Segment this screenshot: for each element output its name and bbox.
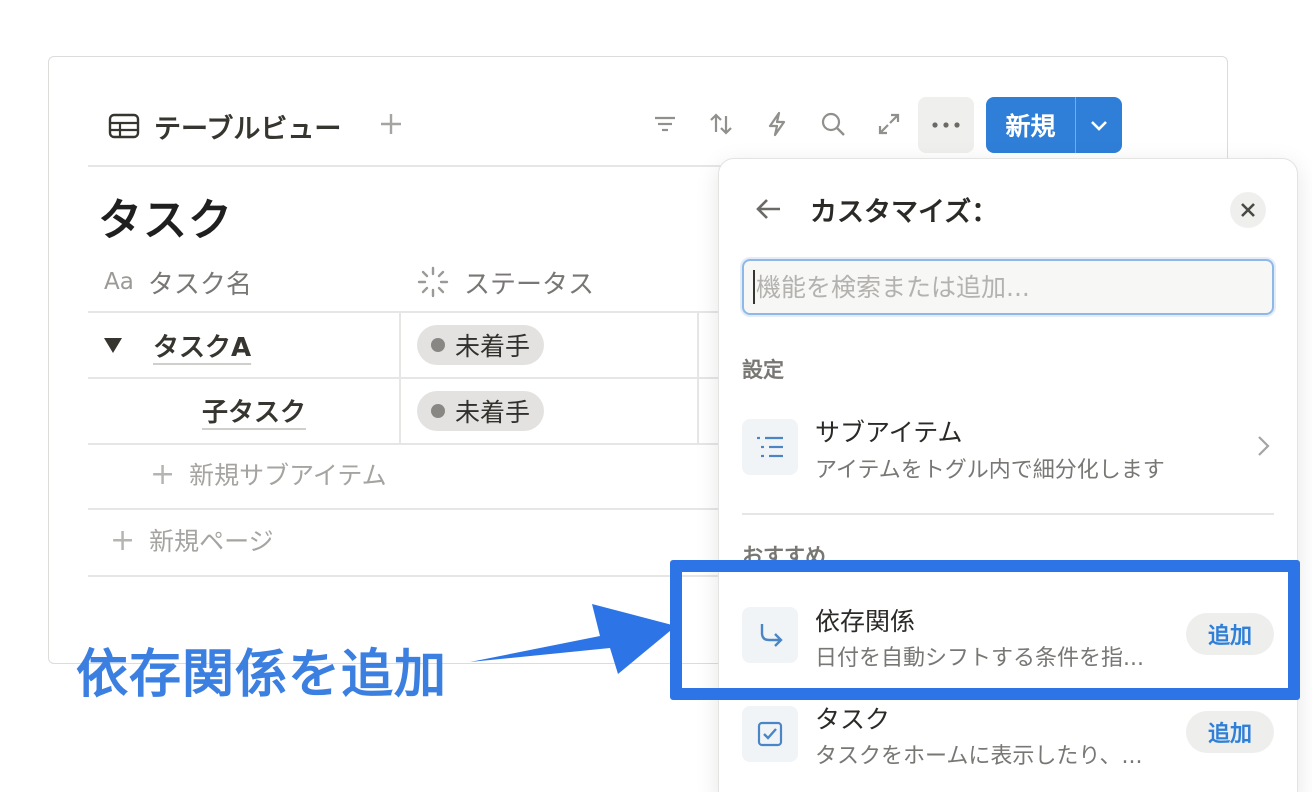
toolbar-divider	[88, 165, 728, 167]
add-view-icon[interactable]	[374, 106, 408, 142]
feature-search-input[interactable]	[744, 261, 1272, 313]
sort-icon[interactable]	[704, 106, 738, 142]
toggle-expanded-icon[interactable]	[102, 334, 124, 356]
table-icon	[108, 113, 140, 139]
column-header-status[interactable]: ステータス	[416, 260, 594, 304]
back-arrow-icon[interactable]	[752, 192, 786, 226]
annotation-highlight-box	[670, 560, 1300, 700]
feature-description: アイテムをトグル内で細分化します	[815, 458, 1165, 483]
view-tab-table[interactable]: テーブルビュー	[108, 104, 341, 148]
panel-title: カスタマイズ：	[810, 197, 999, 228]
panel-divider	[742, 513, 1274, 515]
column-divider	[697, 311, 699, 443]
row-divider	[88, 377, 728, 379]
task-name-cell[interactable]: タスクA	[153, 327, 251, 364]
search-icon[interactable]	[816, 106, 850, 142]
add-page-label: 新規ページ	[149, 527, 274, 556]
text-property-icon: Aa	[104, 269, 134, 295]
new-dropdown-button[interactable]	[1076, 97, 1122, 153]
plus-icon: +	[110, 522, 136, 558]
status-dot	[431, 338, 445, 352]
add-task-button[interactable]: 追加	[1186, 711, 1274, 753]
close-button[interactable]	[1230, 192, 1266, 228]
feature-description: タスクをホームに表示したり、...	[815, 744, 1143, 769]
add-page-button[interactable]: + 新規ページ	[110, 522, 274, 558]
status-dot	[431, 404, 445, 418]
status-badge[interactable]: 未着手	[417, 391, 545, 431]
expand-icon[interactable]	[872, 106, 906, 142]
add-subitem-button[interactable]: + 新規サブアイテム	[150, 456, 387, 492]
view-tab-label: テーブルビュー	[154, 113, 342, 145]
column-divider	[399, 311, 401, 443]
column-header-name[interactable]: Aa タスク名	[104, 260, 252, 304]
row-divider	[88, 443, 728, 445]
row-divider	[88, 311, 728, 313]
column-header-label: タスク名	[147, 269, 252, 300]
more-button[interactable]	[918, 97, 974, 153]
column-header-label: ステータス	[464, 269, 595, 300]
filter-icon[interactable]	[648, 106, 682, 142]
checkbox-icon	[742, 706, 798, 762]
status-icon	[417, 266, 449, 298]
annotation-arrow-icon	[470, 604, 676, 674]
add-subitem-label: 新規サブアイテム	[189, 461, 387, 490]
more-icon	[932, 122, 960, 128]
annotation-text: 依存関係を追加	[76, 645, 448, 705]
new-button[interactable]: 新規	[986, 97, 1076, 153]
feature-title[interactable]: タスク	[815, 700, 890, 736]
task-name-cell[interactable]: 子タスク	[202, 392, 306, 429]
text-caret	[753, 270, 755, 304]
status-label: 未着手	[455, 398, 531, 427]
row-divider	[88, 508, 728, 510]
feature-search	[742, 259, 1274, 315]
plus-icon: +	[150, 456, 176, 492]
chevron-down-icon	[1091, 121, 1107, 131]
row-divider	[88, 575, 728, 577]
status-label: 未着手	[455, 332, 531, 361]
feature-title[interactable]: サブアイテム	[815, 413, 963, 449]
sub-items-icon	[742, 419, 798, 475]
section-settings-label: 設定	[742, 358, 784, 382]
chevron-right-icon[interactable]	[1252, 432, 1274, 460]
new-button-group: 新規	[986, 97, 1122, 153]
database-title[interactable]: タスク	[98, 184, 233, 248]
status-badge[interactable]: 未着手	[417, 325, 545, 365]
close-icon	[1241, 203, 1255, 217]
lightning-icon[interactable]	[760, 106, 794, 142]
